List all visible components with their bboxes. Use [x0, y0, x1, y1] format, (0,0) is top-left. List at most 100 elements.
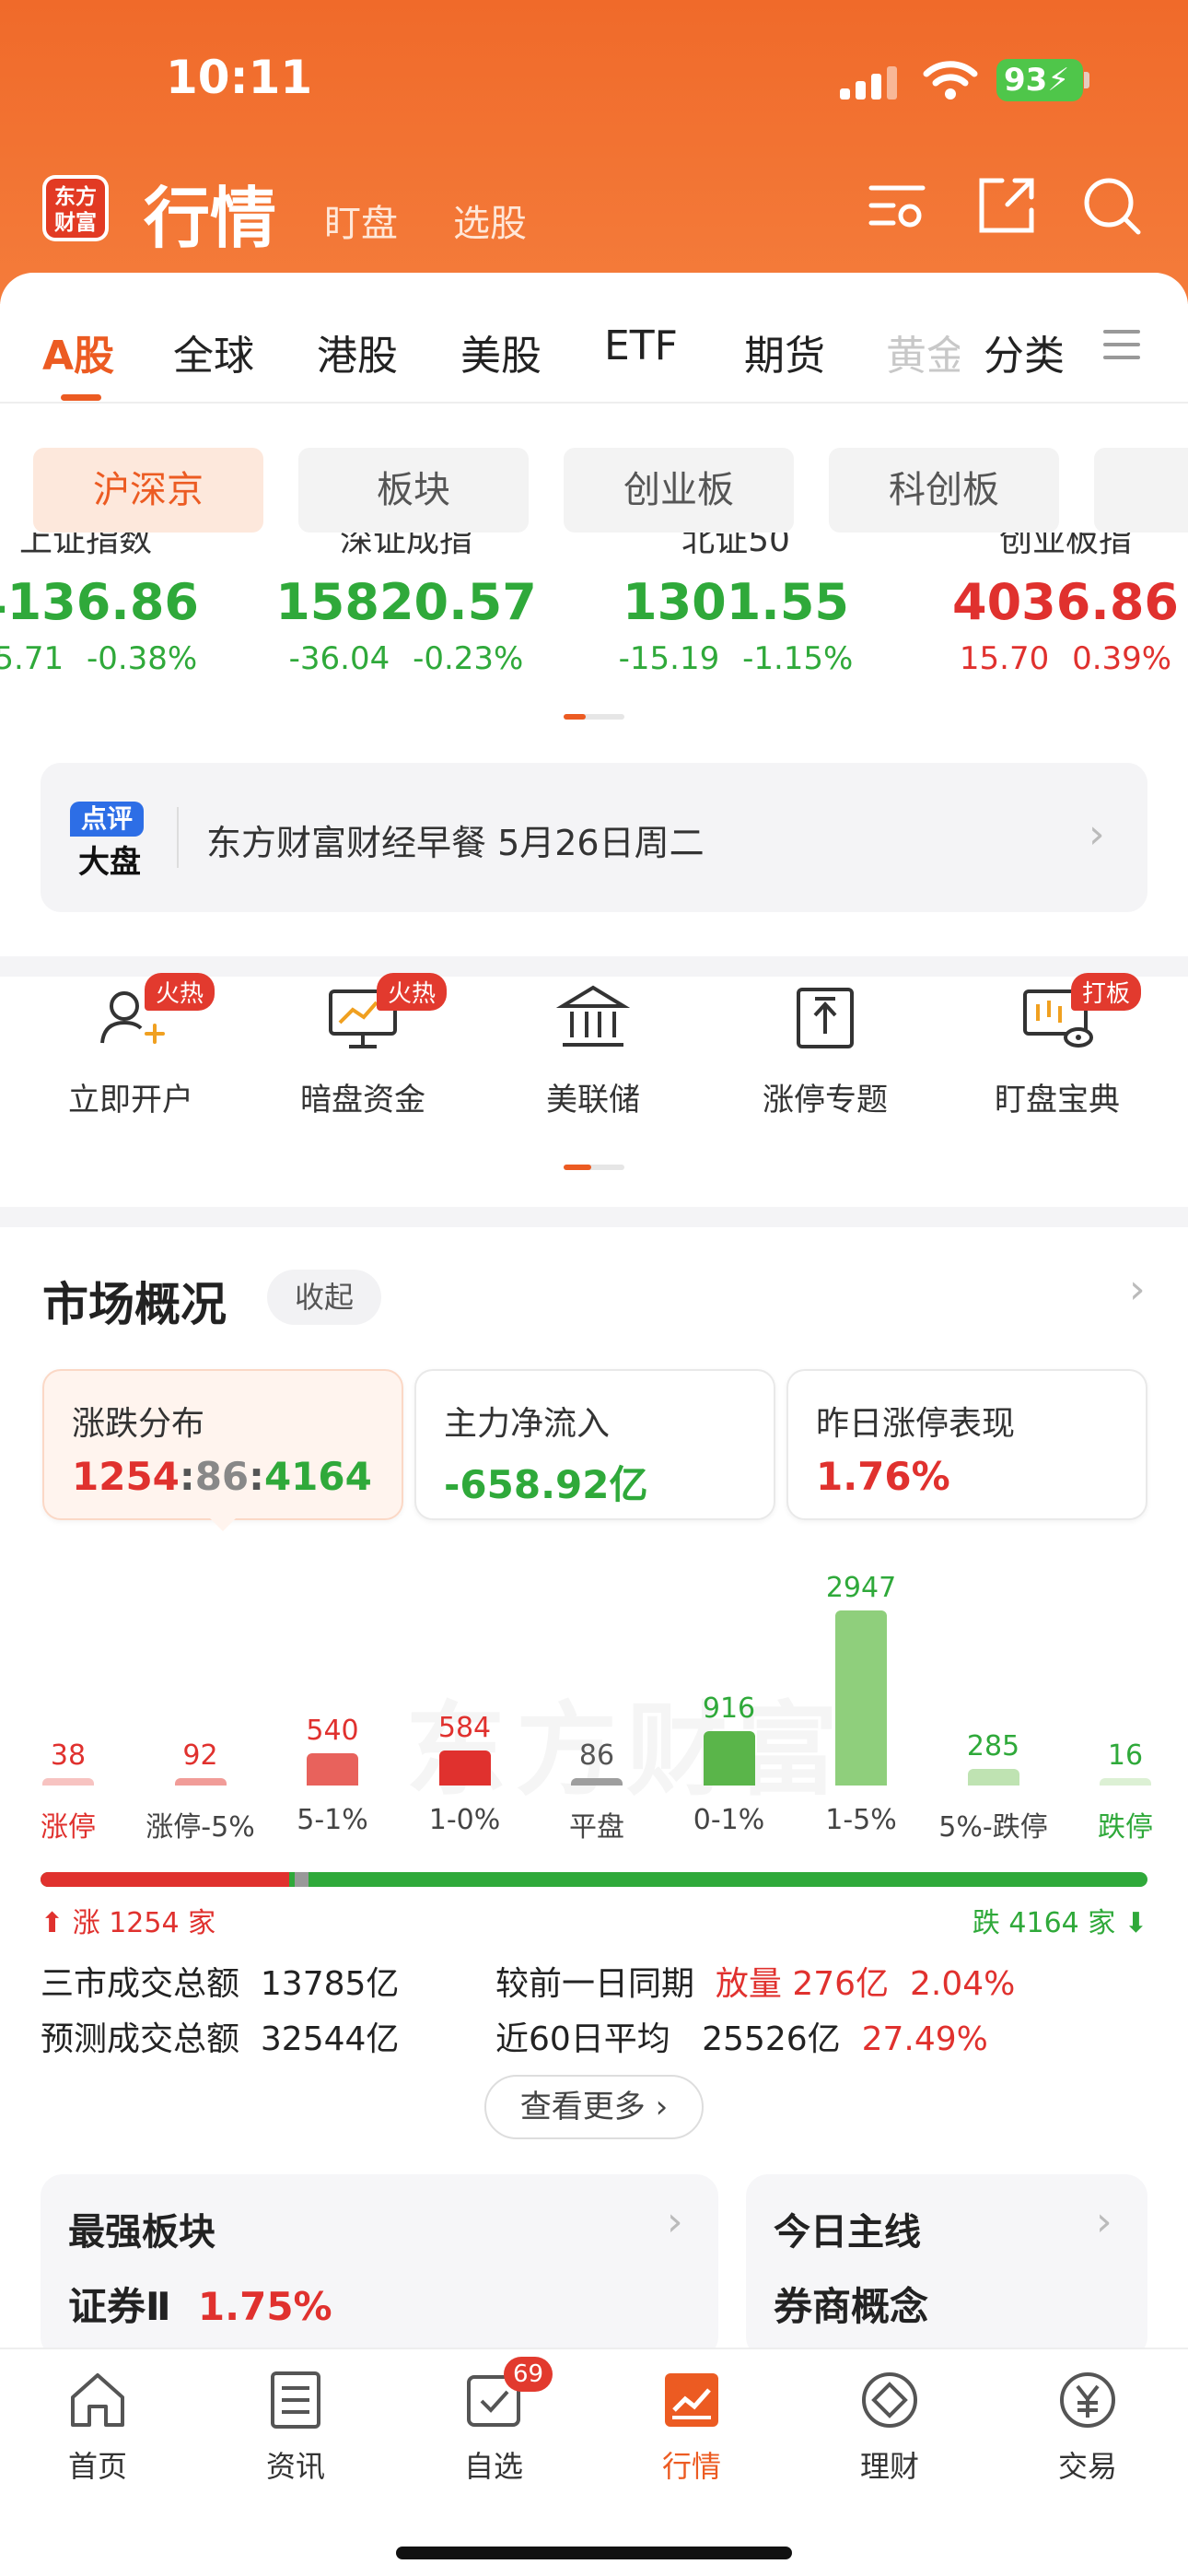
- entry-open-account[interactable]: 火热 立即开户: [20, 973, 241, 1119]
- news-headline: 东方财富财经早餐 5月26日周二: [206, 823, 705, 863]
- distribution-value: 584: [437, 1712, 492, 1745]
- section-title: 市场概况: [42, 1278, 227, 1331]
- card-main-inflow[interactable]: 主力净流入 -658.92亿: [414, 1369, 775, 1520]
- menu-icon[interactable]: [1103, 330, 1140, 363]
- entry-label: 盯盘宝典: [995, 1082, 1120, 1118]
- chevron-right-icon: ›: [1096, 2198, 1112, 2245]
- tab-watchlist[interactable]: 69 自选: [420, 2357, 567, 2486]
- distribution-value: 2947: [825, 1572, 897, 1604]
- distribution-label: 涨停: [41, 1811, 96, 1844]
- entry-limit-up[interactable]: 涨停专题: [715, 977, 936, 1119]
- distribution-bar: [571, 1778, 623, 1786]
- hot-tag: 打板: [1071, 973, 1142, 1011]
- bank-icon: [555, 985, 631, 1047]
- tab-label: 行情: [661, 2449, 721, 2484]
- trade-icon: [1060, 2372, 1115, 2428]
- theme-value: 券商概念: [774, 2284, 929, 2329]
- tab-trade[interactable]: 交易: [1014, 2368, 1161, 2486]
- signal-icon: [840, 66, 897, 100]
- tab-label: 首页: [67, 2449, 127, 2484]
- tab-futures[interactable]: 期货: [744, 322, 825, 381]
- see-more-button[interactable]: 查看更多 ›: [484, 2075, 704, 2139]
- index-sh[interactable]: 上证指数 4136.86 15.71 -0.38%: [0, 533, 238, 677]
- main-theme-card[interactable]: 今日主线 › 券商概念: [746, 2174, 1147, 2359]
- index-name: 上证指数: [18, 533, 152, 559]
- index-name: 深证成指: [339, 533, 472, 559]
- watch-link[interactable]: 盯盘: [324, 193, 398, 247]
- index-price: 1301.55: [623, 573, 849, 631]
- chevron-right-icon: ›: [1089, 811, 1105, 858]
- sector-value: 证券Ⅱ 1.75%: [68, 2284, 332, 2329]
- share-icon[interactable]: [974, 173, 1039, 238]
- distribution-label: 涨停-5%: [146, 1811, 255, 1844]
- search-icon[interactable]: [1079, 173, 1144, 238]
- forecast-row: 预测成交总额 32544亿: [41, 2020, 400, 2058]
- tab-global[interactable]: 全球: [173, 322, 254, 381]
- entry-label: 立即开户: [68, 1082, 193, 1118]
- market-tabs: A股 全球 港股 美股 ETF 期货 黄金 分类: [0, 322, 1188, 405]
- distribution-bar: [174, 1778, 227, 1786]
- distribution-chart: 38 涨停 92 涨停-5% 540 5-1% 584 1-0% 86 平盘 916 0-1% 2947…: [0, 1557, 1188, 1852]
- header-bar: 10:11 93⚡ 东方 财富 行情 盯盘 选股: [0, 0, 1188, 304]
- section-gap: [0, 1207, 1188, 1227]
- index-sz[interactable]: 深证成指 15820.57 -36.04 -0.23%: [254, 533, 558, 677]
- news-banner[interactable]: 点评 大盘 东方财富财经早餐 5月26日周二 ›: [41, 763, 1147, 912]
- tab-news[interactable]: 资讯: [222, 2368, 369, 2486]
- chip-bse[interactable]: 北: [1094, 448, 1188, 533]
- tabs-divider: [0, 402, 1188, 404]
- logo-text: 东方 财富: [46, 179, 105, 238]
- index-bz50[interactable]: 北证50 1301.55 -15.19 -1.15%: [584, 533, 888, 677]
- entry-label: 美联储: [546, 1082, 640, 1118]
- stock-picker-link[interactable]: 选股: [453, 193, 527, 247]
- distribution-label: 平盘: [569, 1811, 624, 1844]
- tab-us[interactable]: 美股: [460, 322, 542, 381]
- battery-indicator: 93⚡: [996, 59, 1083, 101]
- tab-a-shares[interactable]: A股: [42, 322, 114, 381]
- chip-sector[interactable]: 板块: [298, 448, 529, 533]
- hot-tag: 火热: [377, 973, 448, 1011]
- distribution-label: 5-1%: [297, 1804, 368, 1836]
- wifi-icon: [923, 61, 978, 100]
- distribution-value: 16: [1107, 1739, 1144, 1772]
- entries-pager: [564, 1165, 624, 1170]
- card-title: 最强板块: [68, 2211, 215, 2254]
- tab-label: 自选: [463, 2449, 523, 2484]
- chevron-right-icon[interactable]: ›: [1129, 1266, 1146, 1313]
- distribution-bar: [1100, 1778, 1151, 1786]
- distribution-bar-group: 2947 1-5%: [797, 1557, 926, 1852]
- tab-category[interactable]: 分类: [984, 322, 1065, 381]
- compare-row: 较前一日同期 放量 276亿 2.04%: [495, 1965, 1016, 2003]
- card-yesterday-limit[interactable]: 昨日涨停表现 1.76%: [786, 1369, 1147, 1520]
- index-name: 创业板指: [998, 533, 1132, 559]
- chip-hs-jing[interactable]: 沪深京: [33, 448, 263, 533]
- app-logo[interactable]: 东方 财富: [42, 175, 109, 241]
- settings-list-icon[interactable]: [866, 173, 930, 238]
- collapse-button[interactable]: 收起: [267, 1270, 381, 1325]
- tab-indicator: [61, 394, 101, 401]
- tab-market[interactable]: 行情: [618, 2368, 765, 2486]
- entry-watch-guide[interactable]: 打板 盯盘宝典: [947, 973, 1168, 1119]
- battery-nub: [1084, 72, 1089, 88]
- chip-chinext[interactable]: 创业板: [564, 448, 794, 533]
- tab-gold[interactable]: 黄金: [886, 322, 960, 381]
- avg-row: 近60日平均 25526亿 27.49%: [495, 2020, 988, 2058]
- tab-home[interactable]: 首页: [24, 2368, 171, 2486]
- tab-wealth[interactable]: 理财: [816, 2368, 963, 2486]
- distribution-label: 0-1%: [693, 1804, 765, 1836]
- distribution-value: 86: [578, 1739, 615, 1772]
- entry-dark-pool[interactable]: 火热 暗盘资金: [252, 973, 473, 1119]
- tab-hk[interactable]: 港股: [317, 322, 398, 381]
- distribution-bar: [703, 1730, 755, 1786]
- chip-star[interactable]: 科创板: [829, 448, 1059, 533]
- tab-label: 资讯: [265, 2449, 325, 2484]
- tab-etf[interactable]: ETF: [604, 322, 678, 369]
- index-change: 15.70 0.39%: [959, 640, 1172, 677]
- card-up-down[interactable]: 涨跌分布 1254:86:4164: [42, 1369, 403, 1520]
- turnover-row: 三市成交总额 13785亿: [41, 1965, 400, 2003]
- home-indicator: [396, 2547, 792, 2559]
- entry-fed[interactable]: 美联储: [483, 977, 704, 1119]
- index-cyb[interactable]: 创业板指 4036.86 15.70 0.39%: [914, 533, 1188, 677]
- index-pager: [564, 714, 624, 720]
- strongest-sector-card[interactable]: 最强板块 › 证券Ⅱ 1.75%: [41, 2174, 718, 2359]
- chevron-right-icon: ›: [667, 2198, 683, 2245]
